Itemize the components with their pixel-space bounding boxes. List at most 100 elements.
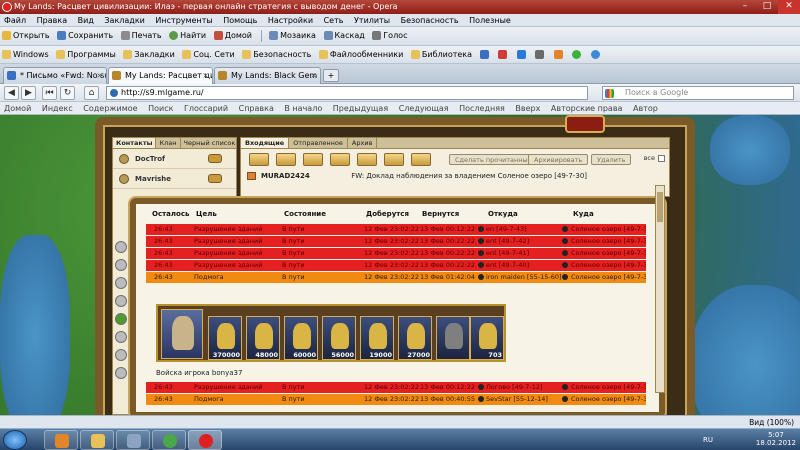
menu-settings[interactable]: Настройки xyxy=(264,14,317,26)
filter-icon-2[interactable] xyxy=(276,153,296,166)
game-badge[interactable] xyxy=(565,115,605,133)
unit-slot[interactable]: 19000 xyxy=(360,316,394,360)
save-button[interactable]: Сохранить xyxy=(55,29,116,43)
nav-index[interactable]: Индекс xyxy=(38,102,77,114)
archive-button[interactable]: Архивировать xyxy=(528,154,589,165)
movement-row[interactable]: 26:43 Подмога В пути 12 Фев 23:02:22 13 Фев … xyxy=(146,272,646,283)
taskbar-app[interactable] xyxy=(152,430,186,450)
nav-help[interactable]: Справка xyxy=(235,102,278,114)
unit-slot[interactable]: 370000 xyxy=(208,316,242,360)
nav-up[interactable]: Вверх xyxy=(511,102,544,114)
menu-useful[interactable]: Полезные xyxy=(465,14,515,26)
taskbar-media-player[interactable] xyxy=(44,430,78,450)
close-tab-icon[interactable]: × xyxy=(96,68,103,83)
unit-slot[interactable] xyxy=(436,316,470,360)
bookmark-folder-programs[interactable]: Программы xyxy=(54,48,119,62)
close-tab-icon[interactable]: × xyxy=(310,68,317,83)
menu-file[interactable]: Файл xyxy=(0,14,30,26)
maximize-button[interactable]: □ xyxy=(756,0,778,14)
bookmark-folder-bookmarks[interactable]: Закладки xyxy=(121,48,177,62)
unit-slot[interactable]: 56000 xyxy=(322,316,356,360)
delete-button[interactable]: Удалить xyxy=(591,154,632,165)
tab-inbox[interactable]: Входящие xyxy=(241,138,290,148)
rewind-button[interactable]: ⏮ xyxy=(42,86,57,100)
unit-slot[interactable]: 48000 xyxy=(246,316,280,360)
tab-clan[interactable]: Клан xyxy=(156,138,181,148)
open-button[interactable]: Открыть xyxy=(0,29,53,43)
filter-icon-7[interactable] xyxy=(411,153,431,166)
search-field[interactable]: Поиск в Google xyxy=(602,86,794,100)
filter-icon-6[interactable] xyxy=(384,153,404,166)
url-field[interactable]: http://s9.mlgame.ru/ xyxy=(106,86,588,100)
taskbar-opera[interactable] xyxy=(188,430,222,450)
cascade-button[interactable]: Каскад xyxy=(322,29,368,43)
nav-first[interactable]: В начало xyxy=(280,102,326,114)
find-button[interactable]: Найти xyxy=(167,29,209,43)
close-tab-icon[interactable]: × xyxy=(202,68,209,83)
clock[interactable]: 5:07 18.02.2012 xyxy=(756,431,796,447)
reload-button[interactable]: ↻ xyxy=(60,86,75,100)
bookmark-folder-windows[interactable]: Windows xyxy=(0,48,52,62)
nav-author[interactable]: Автор xyxy=(629,102,662,114)
movement-row[interactable]: 26:43 Разрушение зданий В пути 12 Фев 23:02… xyxy=(146,224,646,235)
new-tab-button[interactable]: + xyxy=(323,69,339,82)
bookmark-folder-library[interactable]: Библиотека xyxy=(409,48,475,62)
menu-help[interactable]: Помощь xyxy=(219,14,261,26)
menu-view[interactable]: Вид xyxy=(74,14,98,26)
bookmark-icon-4[interactable] xyxy=(533,48,549,62)
tab-archive[interactable]: Архив xyxy=(348,138,378,148)
bookmark-icon-3[interactable] xyxy=(515,48,531,62)
unit-slot[interactable]: 27000 xyxy=(398,316,432,360)
nav-previous[interactable]: Предыдущая xyxy=(329,102,392,114)
bookmark-icon-2[interactable] xyxy=(496,48,512,62)
bookmark-folder-security[interactable]: Безопасность xyxy=(240,48,314,62)
menu-bookmarks[interactable]: Закладки xyxy=(100,14,148,26)
message-button[interactable] xyxy=(208,174,222,183)
tile-button[interactable]: Мозаика xyxy=(267,29,319,43)
menu-network[interactable]: Сеть xyxy=(320,14,348,26)
scrollbar-thumb[interactable] xyxy=(657,192,663,222)
language-indicator[interactable]: RU xyxy=(703,436,713,444)
tab-mylands-blackgem[interactable]: My Lands: Black Gem ... × xyxy=(214,67,321,84)
movement-row[interactable]: 26:43 Разрушение зданий В пути 12 Фев 23:02… xyxy=(146,248,646,259)
menu-tools[interactable]: Инструменты xyxy=(151,14,216,26)
nav-copyright[interactable]: Авторские права xyxy=(547,102,627,114)
bookmark-folder-filehosts[interactable]: Файлообменники xyxy=(317,48,406,62)
menu-edit[interactable]: Правка xyxy=(33,14,71,26)
menu-utilities[interactable]: Утилиты xyxy=(350,14,394,26)
back-button[interactable]: ◀ xyxy=(4,86,19,100)
bookmark-icon-6[interactable] xyxy=(570,48,586,62)
bookmark-icon-7[interactable] xyxy=(589,48,605,62)
menu-security[interactable]: Безопасность xyxy=(397,14,463,26)
movement-row[interactable]: 26:43 Подмога В пути 12 Фев 23:02:22 13 Фев … xyxy=(146,394,646,405)
mail-row[interactable]: MURAD2424 FW: Доклад наблюдения за владе… xyxy=(241,169,669,183)
home-nav-button[interactable]: ⌂ xyxy=(84,86,99,100)
nav-home[interactable]: Домой xyxy=(0,102,35,114)
filter-icon-5[interactable] xyxy=(357,153,377,166)
contact-item[interactable]: DocTrof xyxy=(113,149,236,169)
tab-mylands-active[interactable]: My Lands: Расцвет ци... × xyxy=(108,67,213,84)
contact-item[interactable]: Mavrishe xyxy=(113,169,236,189)
nav-next[interactable]: Следующая xyxy=(395,102,453,114)
nav-glossary[interactable]: Глоссарий xyxy=(180,102,232,114)
start-button[interactable] xyxy=(3,430,27,450)
forward-button[interactable]: ▶ xyxy=(21,86,36,100)
print-button[interactable]: Печать xyxy=(119,29,165,43)
movement-row[interactable]: 26:43 Разрушение зданий В пути 12 Фев 23:02… xyxy=(146,236,646,247)
tab-contacts[interactable]: Контакты xyxy=(113,138,157,148)
panel-scrollbar[interactable] xyxy=(655,185,665,393)
filter-icon-4[interactable] xyxy=(330,153,350,166)
unit-slot[interactable]: 703 xyxy=(470,316,504,360)
bookmark-icon-5[interactable] xyxy=(552,48,568,62)
bookmark-icon-1[interactable] xyxy=(478,48,494,62)
movement-row[interactable]: 26:43 Разрушение зданий В пути 12 Фев 23:02… xyxy=(146,382,646,393)
select-all[interactable]: все xyxy=(644,154,665,162)
filter-icon-3[interactable] xyxy=(303,153,323,166)
bookmark-folder-social[interactable]: Соц. Сети xyxy=(180,48,237,62)
tab-blacklist[interactable]: Черный список xyxy=(181,138,237,148)
minimize-button[interactable]: – xyxy=(734,0,756,14)
tab-mail[interactable]: * Письмо «Fwd: No su... × xyxy=(3,67,107,84)
unit-slot[interactable]: 60000 xyxy=(284,316,318,360)
zoom-control[interactable]: Вид (100%) xyxy=(749,417,794,428)
message-button[interactable] xyxy=(208,154,222,163)
